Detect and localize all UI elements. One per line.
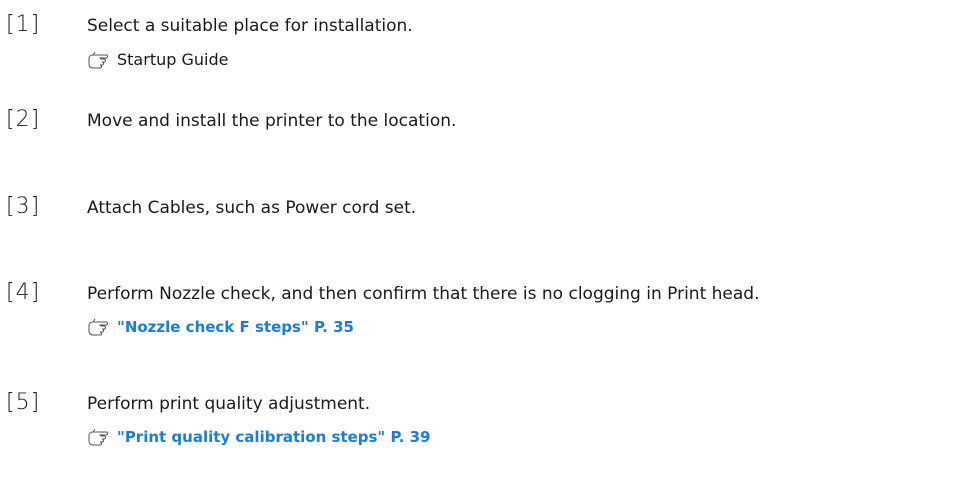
pointing-hand-icon (87, 318, 113, 336)
step-instruction: Perform print quality adjustment. (87, 394, 371, 414)
print-quality-calibration-link[interactable]: "Print quality calibration steps" P. 39 (117, 428, 431, 446)
step-instruction: Attach Cables, such as Power cord set. (87, 198, 417, 218)
step-number: [5] (6, 390, 41, 415)
pointing-hand-icon (87, 51, 113, 69)
step-instruction: Select a suitable place for installation… (87, 16, 413, 36)
step-number: [2] (6, 107, 41, 132)
step-number: [3] (6, 194, 41, 219)
step-number: [4] (6, 280, 41, 305)
step-number: [1] (6, 12, 41, 37)
step-instruction: Perform Nozzle check, and then confirm t… (87, 284, 760, 304)
nozzle-check-link[interactable]: "Nozzle check F steps" P. 35 (117, 318, 354, 336)
reference-nozzle-check: "Nozzle check F steps" P. 35 (87, 318, 354, 336)
reference-startup-guide: Startup Guide (87, 50, 228, 69)
reference-label: Startup Guide (117, 50, 229, 69)
reference-print-quality: "Print quality calibration steps" P. 39 (87, 428, 431, 446)
step-instruction: Move and install the printer to the loca… (87, 111, 457, 131)
pointing-hand-icon (87, 428, 113, 446)
